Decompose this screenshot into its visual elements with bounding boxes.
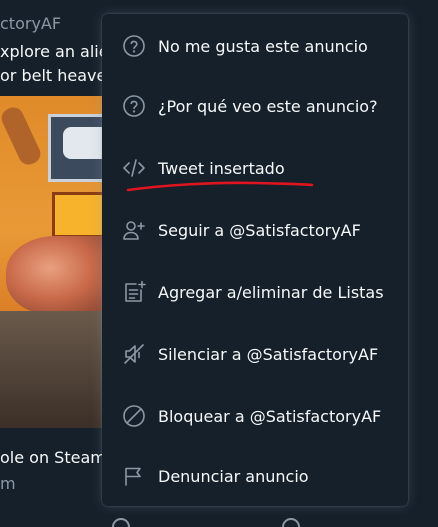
- menu-item-label: Bloquear a @SatisfactoryAF: [158, 406, 382, 426]
- menu-item-dislike-ad[interactable]: No me gusta este anuncio: [102, 16, 408, 76]
- tweet-text-line-2: or belt heave: [0, 66, 107, 85]
- card-art-body: [0, 311, 110, 428]
- menu-item-label: Denunciar anuncio: [158, 466, 309, 486]
- tweet-options-menu: No me gusta este anuncio ¿Por qué veo es…: [102, 14, 408, 506]
- menu-item-label: Silenciar a @SatisfactoryAF: [158, 344, 379, 364]
- flag-icon: [121, 463, 147, 489]
- card-art-helmet: [6, 236, 110, 316]
- card-art-arm: [0, 104, 44, 168]
- screen: ctoryAF xplore an alie or belt heave ole…: [0, 0, 438, 527]
- block-icon: [121, 403, 147, 429]
- menu-item-lists[interactable]: Agregar a/eliminar de Listas: [102, 262, 408, 322]
- tweet-text: xplore an alie or belt heave: [0, 40, 109, 88]
- menu-item-mute[interactable]: Silenciar a @SatisfactoryAF: [102, 324, 408, 384]
- ad-card-image[interactable]: [0, 96, 110, 428]
- menu-item-label: No me gusta este anuncio: [158, 36, 368, 56]
- share-icon[interactable]: [282, 518, 300, 527]
- menu-item-why-this-ad[interactable]: ¿Por qué veo este anuncio?: [102, 76, 408, 136]
- question-circle-icon: [121, 93, 147, 119]
- follow-user-icon: [121, 217, 147, 243]
- menu-item-label: Seguir a @SatisfactoryAF: [158, 220, 361, 240]
- red-underline-annotation: [126, 181, 314, 192]
- mute-icon: [121, 341, 147, 367]
- menu-item-block[interactable]: Bloquear a @SatisfactoryAF: [102, 386, 408, 446]
- card-title[interactable]: ole on Steam: [0, 448, 106, 467]
- reply-icon[interactable]: [112, 518, 130, 527]
- question-circle-icon: [121, 33, 147, 59]
- card-art-logo: [48, 114, 110, 182]
- menu-item-follow[interactable]: Seguir a @SatisfactoryAF: [102, 200, 408, 260]
- menu-item-report-ad[interactable]: Denunciar anuncio: [102, 446, 408, 506]
- tweet-author-handle[interactable]: ctoryAF: [0, 14, 61, 33]
- list-add-icon: [121, 279, 147, 305]
- menu-item-label: ¿Por qué veo este anuncio?: [158, 96, 378, 116]
- card-domain: m: [0, 474, 16, 493]
- menu-item-label: Tweet insertado: [158, 158, 285, 178]
- tweet-text-line-1: xplore an alie: [0, 42, 109, 61]
- menu-item-label: Agregar a/eliminar de Listas: [158, 282, 384, 302]
